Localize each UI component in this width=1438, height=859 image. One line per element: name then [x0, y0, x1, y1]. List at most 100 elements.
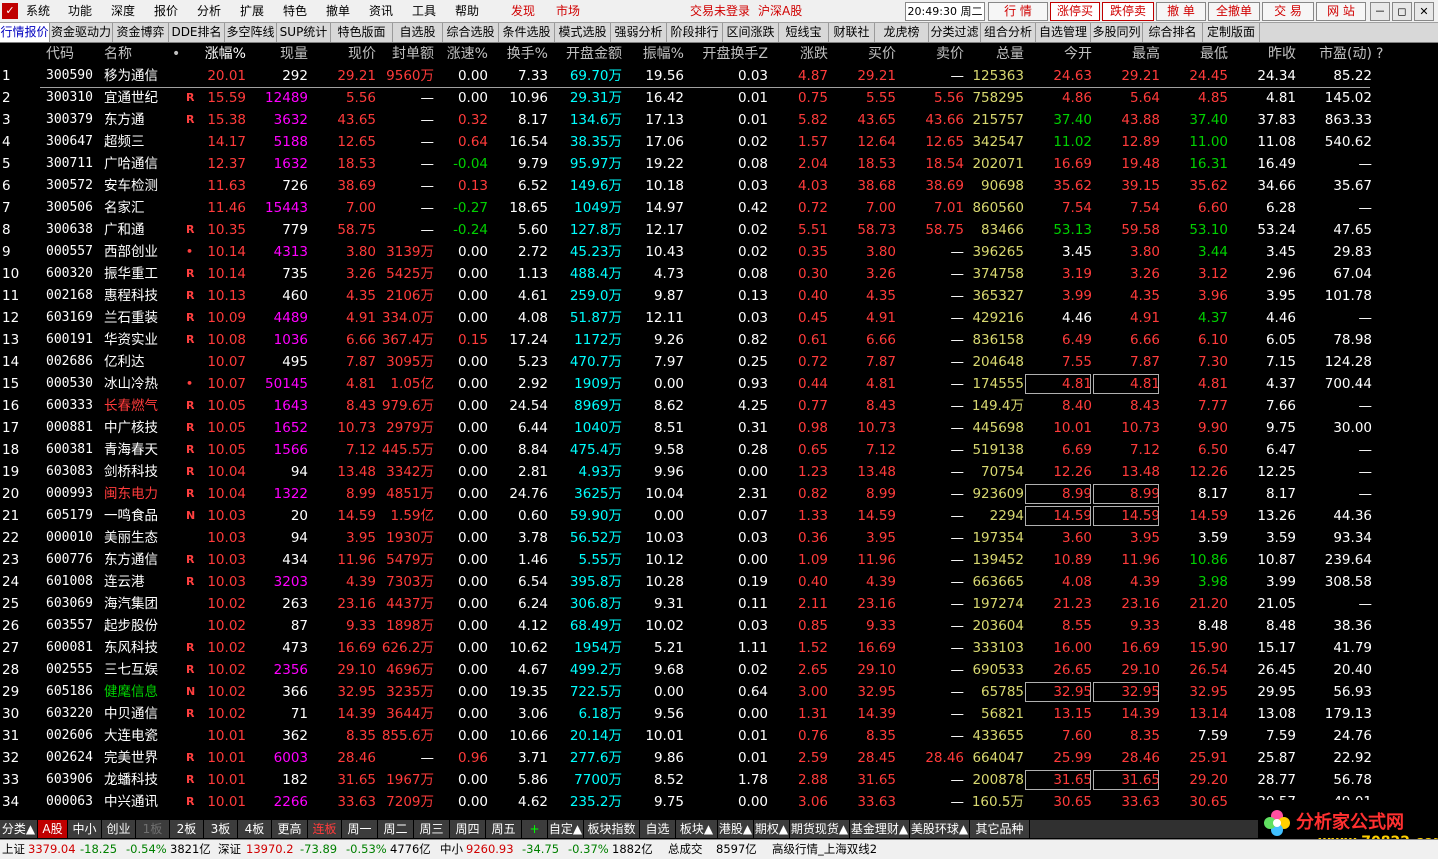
table-row[interactable]: 24 601008 连云港 R 10.03 3203 4.39 7303万 0.00 6.54 39…	[0, 571, 1438, 593]
btab-a-share[interactable]: A股	[38, 820, 68, 838]
tab-pattern-pick[interactable]: 模式选股	[555, 23, 611, 42]
table-row[interactable]: 32 002624 完美世界 R 10.01 6003 28.46 — 0.96 3.71 277.…	[0, 747, 1438, 769]
tab-fund-drive[interactable]: 资金驱动力	[50, 23, 113, 42]
tab-watch-manage[interactable]: 自选管理	[1036, 23, 1091, 42]
login-status[interactable]: 交易未登录	[690, 3, 750, 19]
table-row[interactable]: 6 300572 安车检测 11.63 726 38.69 — 0.13 6.52 149.6万 1…	[0, 175, 1438, 197]
minimize-icon[interactable]: －	[1370, 2, 1390, 21]
menu-special[interactable]: 特色	[283, 3, 307, 19]
table-row[interactable]: 21 605179 一鸣食品 N 10.03 20 14.59 1.59亿 0.00 0.60 59…	[0, 505, 1438, 527]
menu-market[interactable]: 市场	[556, 3, 580, 19]
table-row[interactable]: 7 300506 名家汇 11.46 15443 7.00 — -0.27 18.65 1049万…	[0, 197, 1438, 219]
zx-index-label[interactable]: 中小	[440, 840, 463, 859]
table-row[interactable]: 16 600333 长春燃气 R 10.05 1643 8.43 979.6万 0.00 24.5…	[0, 395, 1438, 417]
tab-combined-pick[interactable]: 综合选股	[443, 23, 499, 42]
server-status[interactable]: 高级行情_上海双线2	[772, 840, 877, 859]
btab-chinext[interactable]: 创业	[102, 820, 136, 838]
btab-plus[interactable]: +	[522, 820, 548, 838]
sz-index-label[interactable]: 深证	[218, 840, 241, 859]
tab-fund-game[interactable]: 资金博弈	[113, 23, 169, 42]
col-pct-change[interactable]: 涨幅%	[198, 43, 246, 65]
tab-quote[interactable]: 行情报价	[0, 23, 50, 42]
restore-icon[interactable]: ◻	[1392, 2, 1412, 21]
btab-4-board[interactable]: 4板	[238, 820, 272, 838]
btab-options[interactable]: 期权▲	[754, 820, 790, 838]
menu-quote[interactable]: 报价	[154, 3, 178, 19]
table-row[interactable]: 3 300379 东方通 R 15.38 3632 43.65 — 0.32 8.17 134.6万…	[0, 109, 1438, 131]
btab-custom[interactable]: 自定▲	[548, 820, 584, 838]
limit-up-buy-button[interactable]: 涨停买	[1050, 2, 1100, 21]
cancel-order-button[interactable]: 撤 单	[1156, 2, 1206, 21]
col-low[interactable]: 最低	[1160, 43, 1228, 65]
table-row[interactable]: 8 300638 广和通 R 10.35 779 58.75 — -0.24 5.60 127.8万…	[0, 219, 1438, 241]
tab-range-change[interactable]: 区间涨跌	[723, 23, 779, 42]
tab-condition-pick[interactable]: 条件选股	[499, 23, 555, 42]
menu-depth[interactable]: 深度	[111, 3, 135, 19]
btab-wednesday[interactable]: 周三	[414, 820, 450, 838]
quote-button[interactable]: 行 情	[988, 2, 1048, 21]
btab-monday[interactable]: 周一	[342, 820, 378, 838]
btab-sme[interactable]: 中小	[68, 820, 102, 838]
tab-long-short[interactable]: 多空阵线	[225, 23, 277, 42]
menu-discover[interactable]: 发现	[511, 3, 535, 19]
tab-short-line[interactable]: 短线宝	[779, 23, 829, 42]
table-row[interactable]: 20 000993 闽东电力 R 10.04 1322 8.99 4851万 0.00 24.76…	[0, 483, 1438, 505]
col-open-amount[interactable]: 开盘金额	[548, 43, 622, 65]
col-open-turnover[interactable]: 开盘换手Z	[684, 43, 768, 65]
table-row[interactable]: 29 605186 健麾信息 N 10.02 366 32.95 3235万 0.00 19.35…	[0, 681, 1438, 703]
col-help[interactable]: ?	[1376, 43, 1388, 65]
table-row[interactable]: 27 600081 东风科技 R 10.02 473 16.69 626.2万 0.00 10.6…	[0, 637, 1438, 659]
col-high[interactable]: 最高	[1092, 43, 1160, 65]
col-speed[interactable]: 涨速%	[434, 43, 488, 65]
col-flag[interactable]: •	[172, 43, 186, 65]
table-row[interactable]: 23 600776 东方通信 R 10.03 434 11.96 5479万 0.00 1.46 5…	[0, 549, 1438, 571]
tab-combo-analysis[interactable]: 组合分析	[981, 23, 1036, 42]
btab-other[interactable]: 其它品种	[970, 820, 1030, 838]
col-bid[interactable]: 买价	[828, 43, 896, 65]
table-row[interactable]: 1 300590 移为通信 20.01 292 29.21 9560万 0.00 7.33 69.…	[0, 65, 1438, 87]
btab-futures[interactable]: 期货现货▲	[790, 820, 850, 838]
col-total-volume[interactable]: 总量	[964, 43, 1024, 65]
table-row[interactable]: 22 000010 美丽生态 10.03 94 3.95 1930万 0.00 3.78 56.5…	[0, 527, 1438, 549]
table-row[interactable]: 2 300310 宜通世纪 R 15.59 12489 5.56 — 0.00 10.96 29.3…	[0, 87, 1438, 109]
table-row[interactable]: 19 603083 剑桥科技 R 10.04 94 13.48 3342万 0.00 2.81 4.…	[0, 461, 1438, 483]
tab-sup-stats[interactable]: SUP统计	[277, 23, 331, 42]
col-current-volume[interactable]: 现量	[248, 43, 308, 65]
tab-category-filter[interactable]: 分类过滤*	[929, 23, 981, 58]
table-row[interactable]: 33 603906 龙蟠科技 R 10.01 182 31.65 1967万 0.00 5.86 7…	[0, 769, 1438, 791]
col-name[interactable]: 名称	[104, 43, 176, 65]
close-icon[interactable]: ✕	[1414, 2, 1434, 21]
btab-watchlist[interactable]: 自选	[640, 820, 676, 838]
tab-dragon-tiger[interactable]: 龙虎榜	[875, 23, 929, 42]
table-row[interactable]: 13 600191 华资实业 R 10.08 1036 6.66 367.4万 0.15 17.2…	[0, 329, 1438, 351]
table-row[interactable]: 18 600381 青海春天 R 10.05 1566 7.12 445.5万 0.00 8.84…	[0, 439, 1438, 461]
btab-tuesday[interactable]: 周二	[378, 820, 414, 838]
col-ask[interactable]: 卖价	[896, 43, 964, 65]
btab-us-global[interactable]: 美股环球▲	[910, 820, 970, 838]
btab-sector-index[interactable]: 板块指数	[584, 820, 640, 838]
table-row[interactable]: 9 000557 西部创业 • 10.14 4313 3.80 3139万 0.00 2.72 45…	[0, 241, 1438, 263]
table-row[interactable]: 28 002555 三七互娱 R 10.02 2356 29.10 4696万 0.00 4.67…	[0, 659, 1438, 681]
limit-down-sell-button[interactable]: 跌停卖	[1102, 2, 1154, 21]
table-row[interactable]: 26 603557 起步股份 10.02 87 9.33 1898万 0.00 4.12 68.4…	[0, 615, 1438, 637]
col-seal-amount[interactable]: 封单额	[376, 43, 434, 65]
btab-2-board[interactable]: 2板	[170, 820, 204, 838]
col-pe[interactable]: 市盈(动)	[1296, 43, 1372, 65]
table-row[interactable]: 31 002606 大连电瓷 10.01 362 8.35 855.6万 0.00 10.66 2…	[0, 725, 1438, 747]
col-turnover[interactable]: 换手%	[488, 43, 548, 65]
menu-analysis[interactable]: 分析	[197, 3, 221, 19]
btab-thursday[interactable]: 周四	[450, 820, 486, 838]
btab-category[interactable]: 分类▲	[0, 820, 38, 838]
btab-1-board[interactable]: 1板	[136, 820, 170, 838]
cancel-all-button[interactable]: 全撤单	[1208, 2, 1260, 21]
table-row[interactable]: 4 300647 超频三 14.17 5188 12.65 — 0.64 16.54 38.35万…	[0, 131, 1438, 153]
table-row[interactable]: 11 002168 惠程科技 R 10.13 460 4.35 2106万 0.00 4.61 25…	[0, 285, 1438, 307]
col-amplitude[interactable]: 振幅%	[622, 43, 684, 65]
table-row[interactable]: 25 603069 海汽集团 10.02 263 23.16 4437万 0.00 6.24 30…	[0, 593, 1438, 615]
menu-news[interactable]: 资讯	[369, 3, 393, 19]
tab-strength[interactable]: 强弱分析	[611, 23, 667, 42]
menu-help[interactable]: 帮助	[455, 3, 479, 19]
col-price[interactable]: 现价	[308, 43, 376, 65]
website-button[interactable]: 网 站	[1316, 2, 1366, 21]
table-row[interactable]: 15 000530 冰山冷热 • 10.07 50145 4.81 1.05亿 0.00 2.92…	[0, 373, 1438, 395]
